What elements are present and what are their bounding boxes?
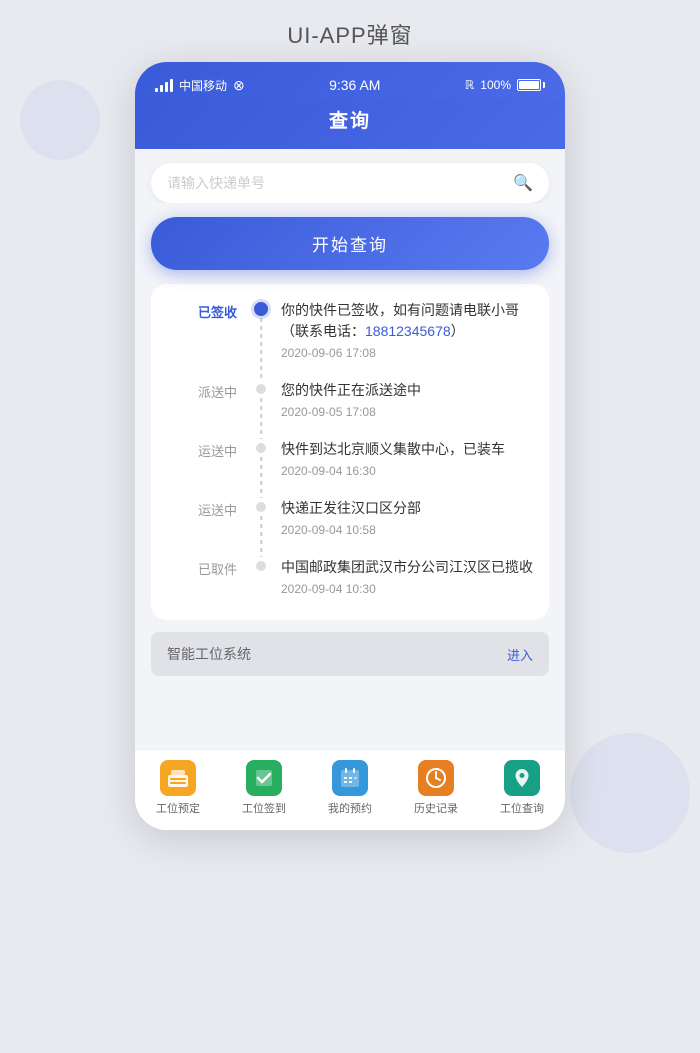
timeline-item-2: 运送中 快件到达北京顺义集散中心，已装车 2020-09-04 16:30 bbox=[171, 439, 549, 498]
timeline-status-4: 已取件 bbox=[198, 562, 237, 577]
nav-item-4[interactable]: 工位查询 bbox=[500, 760, 544, 816]
bottom-nav: 工位预定 工位签到 bbox=[135, 749, 565, 830]
battery-fill bbox=[519, 81, 539, 89]
timeline-left-2: 运送中 bbox=[171, 439, 251, 478]
signal-bar-1 bbox=[155, 88, 158, 92]
search-icon[interactable]: 🔍 bbox=[513, 173, 533, 193]
timeline-line-3 bbox=[260, 516, 262, 557]
deco-circle-1 bbox=[20, 80, 100, 160]
query-button[interactable]: 开始查询 bbox=[151, 217, 549, 270]
timeline-line-1 bbox=[260, 398, 262, 439]
timeline-left-0: 已签收 bbox=[171, 300, 251, 360]
deco-circle-2 bbox=[570, 733, 690, 853]
phone-number[interactable]: 18812345678 bbox=[365, 323, 451, 339]
search-placeholder: 请输入快递单号 bbox=[167, 173, 265, 193]
signal-bar-2 bbox=[160, 85, 163, 92]
wifi-icon: ⊗ bbox=[233, 77, 245, 94]
status-right: ℝ 100% bbox=[465, 78, 545, 92]
history-icon bbox=[418, 760, 454, 796]
page-title-area: UI-APP弹窗 bbox=[0, 0, 700, 62]
timeline-desc-2: 快件到达北京顺义集散中心，已装车 bbox=[281, 439, 533, 460]
battery-percent: 100% bbox=[480, 78, 511, 92]
timeline-time-0: 2020-09-06 17:08 bbox=[281, 346, 533, 360]
battery-tip bbox=[543, 82, 545, 88]
nav-label-3: 历史记录 bbox=[414, 800, 458, 816]
bottom-banner: 智能工位系统 进入 bbox=[151, 632, 549, 676]
search-area: 请输入快递单号 🔍 bbox=[135, 149, 565, 203]
nav-label-0: 工位预定 bbox=[156, 800, 200, 816]
timeline-status-3: 运送中 bbox=[198, 503, 237, 518]
query-btn-area: 开始查询 bbox=[135, 203, 565, 284]
main-content: 请输入快递单号 🔍 开始查询 已签收 bbox=[135, 149, 565, 749]
timeline-item-4: 已取件 中国邮政集团武汉市分公司江汉区已揽收 2020-09-04 10:30 bbox=[171, 557, 549, 604]
timeline-dot-3 bbox=[256, 502, 266, 512]
timeline-right-2: 快件到达北京顺义集散中心，已装车 2020-09-04 16:30 bbox=[271, 439, 533, 478]
timeline-time-2: 2020-09-04 16:30 bbox=[281, 464, 533, 478]
timeline-right-3: 快递正发往汉口区分部 2020-09-04 10:58 bbox=[271, 498, 533, 537]
timeline-left-4: 已取件 bbox=[171, 557, 251, 596]
bluetooth-icon: ℝ bbox=[465, 78, 475, 92]
signal-bars-icon bbox=[155, 78, 173, 92]
timeline-status-2: 运送中 bbox=[198, 444, 237, 459]
my-reservation-icon bbox=[332, 760, 368, 796]
timeline-item-3: 运送中 快递正发往汉口区分部 2020-09-04 10:58 bbox=[171, 498, 549, 557]
timeline-desc-4: 中国邮政集团武汉市分公司江汉区已揽收 bbox=[281, 557, 533, 578]
status-time: 9:36 AM bbox=[329, 77, 380, 93]
timeline-center-4 bbox=[251, 557, 271, 596]
signal-bar-4 bbox=[170, 79, 173, 92]
timeline-center-2 bbox=[251, 439, 271, 478]
timeline-center-3 bbox=[251, 498, 271, 537]
timeline-right-1: 您的快件正在派送途中 2020-09-05 17:08 bbox=[271, 380, 533, 419]
timeline-time-4: 2020-09-04 10:30 bbox=[281, 582, 533, 596]
timeline-time-3: 2020-09-04 10:58 bbox=[281, 523, 533, 537]
timeline-left-3: 运送中 bbox=[171, 498, 251, 537]
battery-icon bbox=[517, 79, 545, 91]
timeline-center-1 bbox=[251, 380, 271, 419]
nav-label-2: 我的预约 bbox=[328, 800, 372, 816]
timeline-left-1: 派送中 bbox=[171, 380, 251, 419]
banner-text: 智能工位系统 bbox=[167, 644, 251, 664]
timeline: 已签收 你的快件已签收，如有问题请电联小哥（联系电话：18812345678） … bbox=[151, 300, 549, 604]
timeline-dot-4 bbox=[256, 561, 266, 571]
signal-bar-3 bbox=[165, 82, 168, 92]
nav-item-2[interactable]: 我的预约 bbox=[328, 760, 372, 816]
timeline-right-4: 中国邮政集团武汉市分公司江汉区已揽收 2020-09-04 10:30 bbox=[271, 557, 533, 596]
search-bar[interactable]: 请输入快递单号 🔍 bbox=[151, 163, 549, 203]
timeline-line-2 bbox=[260, 457, 262, 498]
timeline-item-0: 已签收 你的快件已签收，如有问题请电联小哥（联系电话：18812345678） … bbox=[171, 300, 549, 380]
nav-label-1: 工位签到 bbox=[242, 800, 286, 816]
timeline-dot-1 bbox=[256, 384, 266, 394]
banner-link[interactable]: 进入 bbox=[507, 645, 533, 664]
timeline-status-0: 已签收 bbox=[198, 305, 237, 320]
workstation-booking-icon bbox=[160, 760, 196, 796]
timeline-desc-1: 您的快件正在派送途中 bbox=[281, 380, 533, 401]
phone-frame: 中国移动 ⊗ 9:36 AM ℝ 100% 查询 bbox=[135, 62, 565, 830]
carrier-text: 中国移动 bbox=[179, 77, 227, 94]
timeline-right-0: 你的快件已签收，如有问题请电联小哥（联系电话：18812345678） 2020… bbox=[271, 300, 533, 360]
status-left: 中国移动 ⊗ bbox=[155, 77, 245, 94]
nav-label-4: 工位查询 bbox=[500, 800, 544, 816]
nav-item-1[interactable]: 工位签到 bbox=[242, 760, 286, 816]
timeline-desc-3: 快递正发往汉口区分部 bbox=[281, 498, 533, 519]
nav-item-3[interactable]: 历史记录 bbox=[414, 760, 458, 816]
timeline-dot-0 bbox=[254, 302, 268, 316]
nav-item-0[interactable]: 工位预定 bbox=[156, 760, 200, 816]
page-background: UI-APP弹窗 中国移动 ⊗ 9:36 AM ℝ 100% bbox=[0, 0, 700, 1053]
result-card: 已签收 你的快件已签收，如有问题请电联小哥（联系电话：18812345678） … bbox=[151, 284, 549, 620]
nav-title: 查询 bbox=[329, 111, 371, 132]
timeline-center-0 bbox=[251, 300, 271, 360]
timeline-desc-0: 你的快件已签收，如有问题请电联小哥（联系电话：18812345678） bbox=[281, 300, 533, 342]
timeline-dot-2 bbox=[256, 443, 266, 453]
timeline-status-1: 派送中 bbox=[198, 385, 237, 400]
battery-body bbox=[517, 79, 541, 91]
status-bar: 中国移动 ⊗ 9:36 AM ℝ 100% bbox=[135, 62, 565, 98]
timeline-time-1: 2020-09-05 17:08 bbox=[281, 405, 533, 419]
workstation-query-icon bbox=[504, 760, 540, 796]
workstation-checkin-icon bbox=[246, 760, 282, 796]
timeline-item-1: 派送中 您的快件正在派送途中 2020-09-05 17:08 bbox=[171, 380, 549, 439]
timeline-line-0 bbox=[260, 318, 262, 380]
nav-bar: 查询 bbox=[135, 98, 565, 149]
page-title: UI-APP弹窗 bbox=[287, 23, 412, 48]
